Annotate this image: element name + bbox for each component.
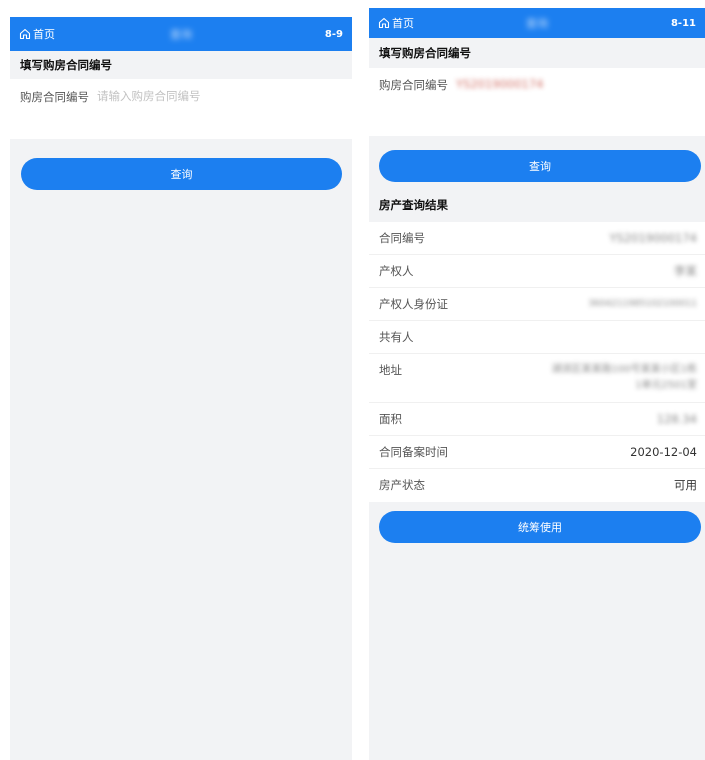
- result-value: 湖滨区某某路100号某某小区1栋1单元2501室: [551, 364, 697, 391]
- result-value: 可用: [674, 478, 697, 492]
- section-title: 填写购房合同编号: [369, 38, 705, 68]
- query-button[interactable]: 查询: [379, 150, 701, 182]
- result-row-owner-id: 产权人身份证 3604211985102100011: [369, 288, 705, 321]
- result-row-owner: 产权人 李某: [369, 255, 705, 288]
- result-key: 产权人: [379, 264, 414, 278]
- contract-number-label: 购房合同编号: [379, 78, 448, 92]
- result-row-address: 地址 湖滨区某某路100号某某小区1栋1单元2501室: [369, 354, 705, 403]
- result-row-status: 房产状态 可用: [369, 469, 705, 502]
- home-link[interactable]: 首页: [19, 26, 55, 42]
- home-label: 首页: [392, 17, 414, 30]
- top-bar: 首页 查询 8-9: [10, 17, 352, 51]
- home-label: 首页: [33, 28, 55, 41]
- result-key: 地址: [379, 363, 402, 377]
- contract-number-value[interactable]: YS2019000174: [456, 77, 544, 91]
- result-value: YS2019000174: [609, 231, 698, 245]
- result-row-co-owner: 共有人: [369, 321, 705, 354]
- contract-number-row: 购房合同编号 YS2019000174: [369, 68, 705, 136]
- result-title: 房产查询结果: [379, 198, 448, 212]
- result-key: 合同备案时间: [379, 445, 448, 459]
- result-key: 合同编号: [379, 231, 425, 245]
- page-title: 查询: [170, 28, 192, 41]
- result-value: 128.34: [656, 412, 697, 426]
- result-value: 李某: [674, 264, 697, 278]
- result-row-area: 面积 128.34: [369, 403, 705, 436]
- result-key: 产权人身份证: [379, 297, 448, 311]
- page-title: 查询: [526, 17, 548, 30]
- use-button[interactable]: 统筹使用: [379, 511, 701, 543]
- contract-number-input[interactable]: [97, 89, 352, 103]
- result-value: 3604211985102100011: [588, 299, 697, 309]
- result-list: 合同编号 YS2019000174 产权人 李某 产权人身份证 36042119…: [369, 222, 705, 502]
- query-button[interactable]: 查询: [21, 158, 342, 190]
- home-link[interactable]: 首页: [378, 15, 414, 31]
- page-code: 8-11: [670, 17, 696, 29]
- result-row-filing-date: 合同备案时间 2020-12-04: [369, 436, 705, 469]
- result-key: 房产状态: [379, 478, 425, 492]
- contract-number-label: 购房合同编号: [20, 90, 89, 104]
- result-key: 面积: [379, 412, 402, 426]
- screen-before-query: 首页 查询 8-9 填写购房合同编号 购房合同编号 查询: [10, 17, 352, 760]
- page-code: 8-9: [324, 28, 343, 40]
- home-icon: [378, 17, 390, 29]
- result-key: 共有人: [379, 330, 414, 344]
- screen-after-query: 首页 查询 8-11 填写购房合同编号 购房合同编号 YS2019000174 …: [369, 8, 705, 760]
- contract-number-row: 购房合同编号: [10, 79, 352, 139]
- result-value: 2020-12-04: [630, 445, 697, 459]
- top-bar: 首页 查询 8-11: [369, 8, 705, 38]
- section-title: 填写购房合同编号: [10, 51, 352, 79]
- result-row-contract-no: 合同编号 YS2019000174: [369, 222, 705, 255]
- home-icon: [19, 28, 31, 40]
